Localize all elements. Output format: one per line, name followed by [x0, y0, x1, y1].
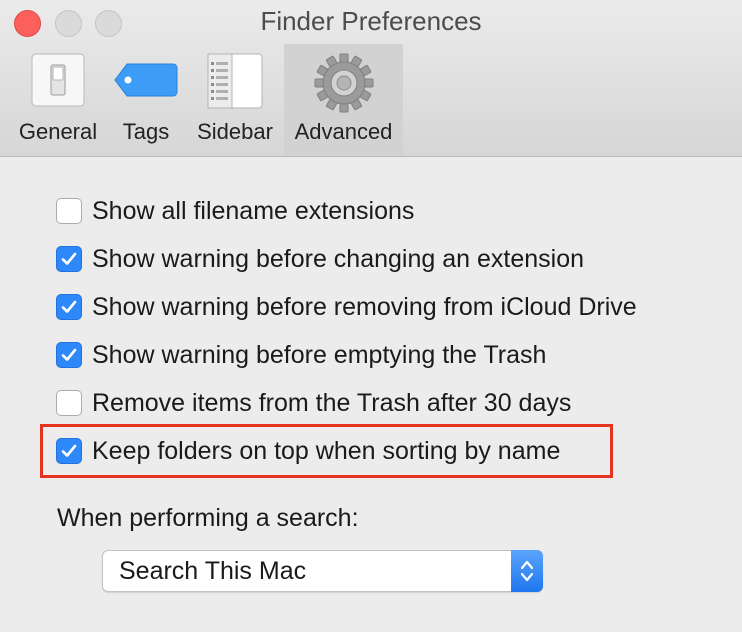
option-keep-folders-on-top[interactable]: Keep folders on top when sorting by name	[56, 431, 560, 471]
search-scope-value: Search This Mac	[119, 557, 307, 585]
option-label: Show warning before changing an extensio…	[92, 244, 585, 273]
option-label: Show warning before removing from iCloud…	[92, 292, 637, 321]
option-label: Keep folders on top when sorting by name	[92, 436, 561, 465]
popup-arrows-icon[interactable]	[511, 550, 543, 592]
tab-tags[interactable]: Tags	[110, 44, 182, 155]
option-remove-trash-30-days[interactable]: Remove items from the Trash after 30 day…	[56, 383, 571, 423]
checkbox-keep-folders-on-top[interactable]	[56, 438, 82, 464]
sidebar-icon	[206, 52, 264, 115]
tag-icon	[113, 60, 179, 105]
tab-sidebar-label: Sidebar	[197, 119, 273, 144]
checkbox-warn-removing-icloud[interactable]	[56, 294, 82, 320]
tab-tags-label: Tags	[122, 119, 170, 144]
tab-sidebar[interactable]: Sidebar	[188, 44, 282, 155]
checkmark-icon	[61, 444, 77, 457]
checkbox-show-filename-extensions[interactable]	[56, 198, 82, 224]
option-label: Remove items from the Trash after 30 day…	[92, 388, 572, 417]
gear-icon	[313, 52, 375, 119]
option-show-filename-extensions[interactable]: Show all filename extensions	[56, 191, 414, 231]
option-warn-removing-icloud[interactable]: Show warning before removing from iCloud…	[56, 287, 637, 327]
checkmark-icon	[61, 252, 77, 265]
tab-general[interactable]: General	[10, 44, 106, 155]
window-title: Finder Preferences	[260, 6, 482, 36]
tab-advanced[interactable]: Advanced	[284, 44, 403, 155]
title-bar: Finder Preferences General Tags Sidebar …	[0, 0, 742, 157]
checkbox-warn-changing-extension[interactable]	[56, 246, 82, 272]
option-warn-changing-extension[interactable]: Show warning before changing an extensio…	[56, 239, 584, 279]
checkmark-icon	[61, 348, 77, 361]
tab-advanced-label: Advanced	[294, 119, 393, 144]
option-label: Show warning before emptying the Trash	[92, 340, 547, 369]
search-scope-label: When performing a search:	[57, 504, 359, 532]
option-warn-emptying-trash[interactable]: Show warning before emptying the Trash	[56, 335, 546, 375]
general-switch-icon	[30, 52, 86, 113]
checkbox-remove-trash-30-days[interactable]	[56, 390, 82, 416]
finder-preferences-window: Finder Preferences General Tags Sidebar …	[0, 0, 742, 632]
tab-general-label: General	[18, 119, 98, 144]
option-label: Show all filename extensions	[92, 196, 415, 225]
checkmark-icon	[61, 300, 77, 313]
checkbox-warn-emptying-trash[interactable]	[56, 342, 82, 368]
search-scope-popup[interactable]: Search This Mac	[102, 550, 543, 592]
